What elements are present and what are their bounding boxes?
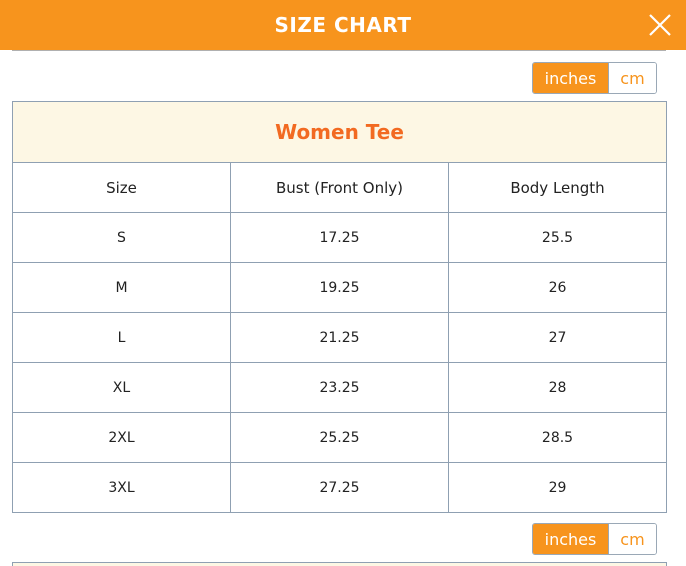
bust-cell: 17.25 — [230, 212, 449, 263]
modal-title: SIZE CHART — [274, 13, 412, 37]
cm-button[interactable]: cm — [608, 524, 656, 554]
inches-button[interactable]: inches — [533, 524, 608, 554]
unit-toggle-bottom: inches cm — [532, 523, 657, 555]
next-table-section — [12, 562, 667, 566]
length-cell: 27 — [448, 312, 667, 363]
bust-cell: 27.25 — [230, 462, 449, 513]
bust-cell: 21.25 — [230, 312, 449, 363]
table-row: 3XL 27.25 29 — [12, 462, 667, 513]
table-row: 2XL 25.25 28.5 — [12, 412, 667, 463]
size-cell: 3XL — [12, 462, 231, 513]
column-header: Bust (Front Only) — [230, 162, 449, 213]
size-cell: 2XL — [12, 412, 231, 463]
table-header-row: Size Bust (Front Only) Body Length — [12, 162, 667, 213]
size-cell: M — [12, 262, 231, 313]
size-cell: L — [12, 312, 231, 363]
table-row: XL 23.25 28 — [12, 362, 667, 413]
bust-cell: 19.25 — [230, 262, 449, 313]
length-cell: 28.5 — [448, 412, 667, 463]
bust-cell: 25.25 — [230, 412, 449, 463]
length-cell: 26 — [448, 262, 667, 313]
bust-cell: 23.25 — [230, 362, 449, 413]
length-cell: 28 — [448, 362, 667, 413]
modal-header: SIZE CHART — [0, 0, 686, 50]
size-chart-table: Women Tee Size Bust (Front Only) Body Le… — [12, 101, 667, 513]
close-button[interactable] — [646, 11, 674, 39]
unit-toggle-top: inches cm — [532, 62, 657, 94]
size-cell: XL — [12, 362, 231, 413]
length-cell: 25.5 — [448, 212, 667, 263]
length-cell: 29 — [448, 462, 667, 513]
table-row: M 19.25 26 — [12, 262, 667, 313]
header-divider — [12, 50, 666, 51]
cm-button[interactable]: cm — [608, 63, 656, 93]
column-header: Body Length — [448, 162, 667, 213]
close-icon — [649, 14, 671, 36]
table-title: Women Tee — [12, 101, 667, 163]
inches-button[interactable]: inches — [533, 63, 608, 93]
size-cell: S — [12, 212, 231, 263]
table-row: S 17.25 25.5 — [12, 212, 667, 263]
table-row: L 21.25 27 — [12, 312, 667, 363]
column-header: Size — [12, 162, 231, 213]
